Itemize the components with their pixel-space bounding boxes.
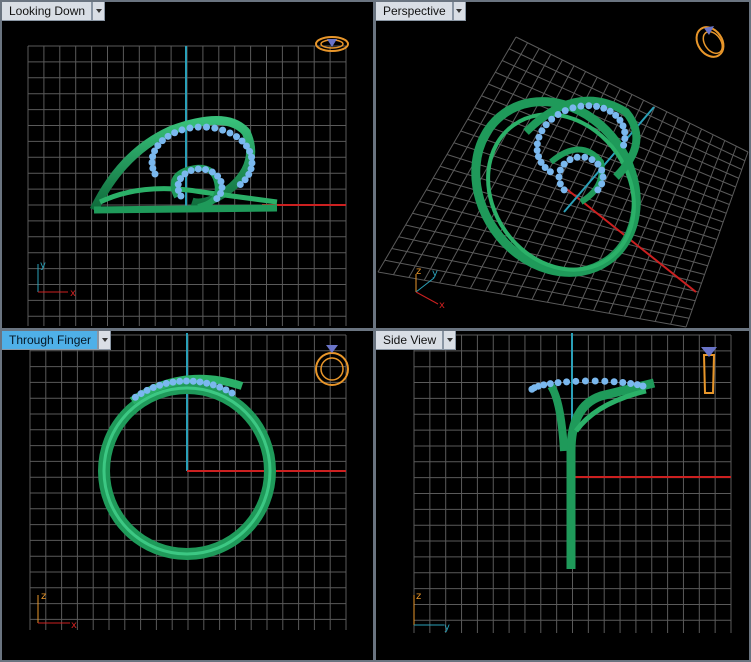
- viewport-tab[interactable]: Through Finger: [2, 331, 112, 350]
- viewport-canvas[interactable]: y x: [2, 2, 373, 328]
- triangle-down-icon[interactable]: [452, 2, 466, 21]
- ring-view-icon[interactable]: [701, 347, 717, 394]
- viewport-tab[interactable]: Side View: [376, 331, 457, 350]
- viewport-looking-down[interactable]: Looking Down y x: [2, 2, 373, 328]
- axis-label-y: y: [444, 622, 450, 633]
- axis-indicator: z y x: [415, 266, 445, 311]
- viewport-tab[interactable]: Perspective: [376, 2, 466, 21]
- triangle-down-icon[interactable]: [92, 2, 106, 21]
- viewport-title[interactable]: Through Finger: [2, 331, 99, 350]
- viewport-title[interactable]: Side View: [376, 331, 444, 350]
- viewport-through-finger[interactable]: Through Finger z x: [2, 331, 373, 660]
- viewport-side-view[interactable]: Side View z y: [376, 331, 749, 660]
- axis-indicator: z x: [37, 591, 77, 631]
- viewport-perspective[interactable]: Perspective z y x: [376, 2, 749, 328]
- axis-label-x: x: [439, 300, 445, 311]
- viewport-title[interactable]: Perspective: [376, 2, 453, 21]
- viewport-canvas[interactable]: z y: [376, 331, 749, 660]
- triangle-down-icon[interactable]: [98, 331, 112, 350]
- viewport-tab[interactable]: Looking Down: [2, 2, 106, 21]
- viewport-canvas[interactable]: z y x: [376, 2, 749, 328]
- triangle-down-icon[interactable]: [443, 331, 457, 350]
- ring-view-icon[interactable]: [691, 22, 729, 62]
- axis-label-y: y: [432, 268, 438, 279]
- axis-label-z: z: [416, 266, 421, 277]
- axis-label-x: x: [70, 288, 76, 299]
- axis-label-z: z: [416, 591, 421, 602]
- axis-label-x: x: [71, 620, 77, 631]
- axis-label-z: z: [41, 591, 46, 602]
- axis-indicator: z y: [413, 591, 450, 633]
- ring-view-icon[interactable]: [315, 36, 349, 52]
- viewport-title[interactable]: Looking Down: [2, 2, 93, 21]
- ring-model[interactable]: [528, 377, 656, 569]
- axis-label-y: y: [40, 260, 46, 271]
- viewport-canvas[interactable]: z x: [2, 331, 373, 660]
